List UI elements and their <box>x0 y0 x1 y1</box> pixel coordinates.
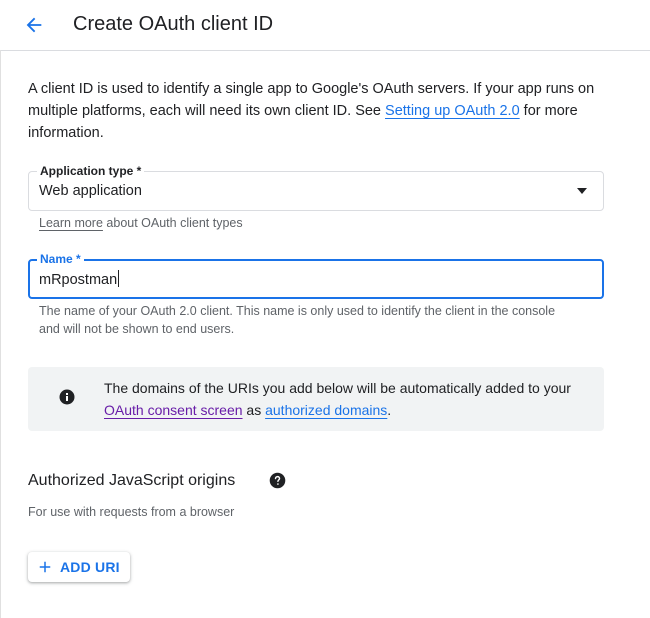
application-type-select[interactable]: Application type * Web application <box>28 163 604 211</box>
content-border <box>0 50 1 618</box>
add-uri-label: ADD URI <box>60 559 120 575</box>
dropdown-arrow-icon <box>577 188 587 194</box>
name-label: Name * <box>37 251 84 267</box>
name-value-text: mRpostman <box>39 272 118 288</box>
back-button[interactable] <box>18 9 50 41</box>
info-text-before: The domains of the URIs you add below wi… <box>104 380 571 396</box>
page-header: Create OAuth client ID <box>0 0 650 51</box>
js-origins-subtitle: For use with requests from a browser <box>28 505 235 519</box>
name-helper-text: The name of your OAuth 2.0 client. This … <box>39 304 556 336</box>
application-type-helper-text: about OAuth client types <box>102 216 243 230</box>
plus-icon <box>39 561 51 573</box>
text-cursor <box>118 270 120 287</box>
info-icon <box>59 389 75 405</box>
application-type-value: Web application <box>39 183 142 199</box>
info-text-middle: as <box>242 402 266 418</box>
info-box: The domains of the URIs you add below wi… <box>28 367 604 431</box>
intro-paragraph: A client ID is used to identify a single… <box>28 78 608 144</box>
setting-up-oauth-link[interactable]: Setting up OAuth 2.0 <box>385 103 520 119</box>
name-input-value: mRpostman <box>39 270 120 289</box>
page-title: Create OAuth client ID <box>73 13 274 35</box>
arrow-left-icon <box>26 17 42 33</box>
info-text-after: . <box>387 402 392 418</box>
oauth-consent-screen-link[interactable]: OAuth consent screen <box>104 402 243 418</box>
js-origins-title: Authorized JavaScript origins <box>28 472 236 489</box>
name-input[interactable]: Name * mRpostman <box>28 251 604 299</box>
application-type-label: Application type * <box>37 163 145 179</box>
application-type-helper: Learn more about OAuth client types <box>39 214 243 232</box>
info-text: The domains of the URIs you add below wi… <box>104 377 584 421</box>
authorized-domains-link[interactable]: authorized domains <box>265 402 387 418</box>
learn-more-link[interactable]: Learn more <box>39 216 103 230</box>
add-uri-button[interactable]: ADD URI <box>28 552 130 582</box>
help-circle-icon[interactable] <box>269 472 286 489</box>
